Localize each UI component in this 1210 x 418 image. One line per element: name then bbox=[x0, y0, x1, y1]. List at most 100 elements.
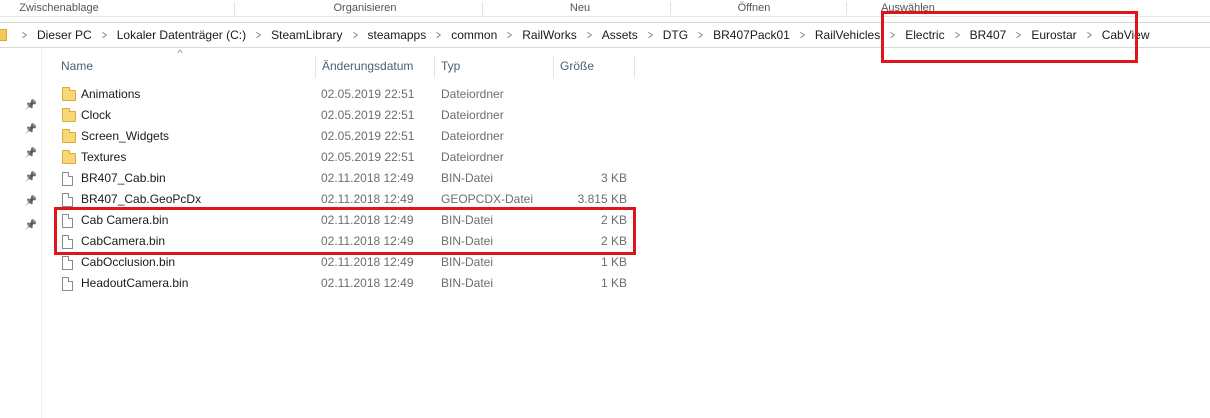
ribbon-separator bbox=[482, 2, 483, 15]
chevron-right-icon[interactable]: > bbox=[98, 28, 111, 42]
breadcrumb-item[interactable]: RailVehicles bbox=[812, 28, 883, 42]
chevron-right-icon[interactable]: > bbox=[950, 28, 963, 42]
file-type: BIN-Datei bbox=[441, 234, 494, 248]
breadcrumb-item[interactable]: Eurostar bbox=[1028, 28, 1079, 42]
file-row[interactable]: CabCamera.bin 02.11.2018 12:49 BIN-Datei 2 … bbox=[56, 231, 636, 252]
breadcrumb: > Dieser PC > Lokaler Datenträger (C:) > Stea… bbox=[0, 23, 1153, 47]
file-type: BIN-Datei bbox=[441, 213, 494, 227]
file-type: Dateiordner bbox=[441, 108, 504, 122]
address-bar[interactable]: > Dieser PC > Lokaler Datenträger (C:) > Stea… bbox=[0, 22, 1210, 48]
pin-icon[interactable]: 📌 bbox=[24, 195, 38, 209]
ribbon-group-clipboard[interactable]: Zwischenablage bbox=[0, 1, 118, 16]
column-header-date[interactable]: Änderungsdatum bbox=[316, 56, 434, 78]
file-icon bbox=[62, 256, 73, 270]
column-header-type[interactable]: Typ bbox=[435, 56, 553, 78]
file-icon bbox=[62, 193, 73, 207]
column-header-size[interactable]: Größe bbox=[554, 56, 634, 78]
file-name: Screen_Widgets bbox=[81, 129, 170, 143]
file-row[interactable]: HeadoutCamera.bin 02.11.2018 12:49 BIN-Dat… bbox=[56, 273, 636, 294]
pin-icon[interactable]: 📌 bbox=[24, 219, 38, 233]
breadcrumb-item[interactable]: steamapps bbox=[365, 28, 430, 42]
breadcrumb-item[interactable]: CabView bbox=[1099, 28, 1153, 42]
file-list: Animations 02.05.2019 22:51 Dateiordner Clo… bbox=[56, 84, 636, 294]
pin-icon[interactable]: 📌 bbox=[24, 123, 38, 137]
chevron-right-icon[interactable]: > bbox=[432, 28, 445, 42]
file-name: Cab Camera.bin bbox=[81, 213, 169, 227]
chevron-right-icon[interactable]: > bbox=[252, 28, 265, 42]
chevron-right-icon[interactable]: > bbox=[583, 28, 596, 42]
file-size: 2 KB bbox=[600, 213, 627, 227]
ribbon-separator bbox=[846, 2, 847, 15]
folder-icon bbox=[62, 150, 76, 164]
chevron-right-icon[interactable]: > bbox=[18, 28, 31, 42]
file-row[interactable]: Screen_Widgets 02.05.2019 22:51 Dateiordne… bbox=[56, 126, 636, 147]
folder-icon bbox=[0, 29, 7, 41]
file-row[interactable]: Clock 02.05.2019 22:51 Dateiordner bbox=[56, 105, 636, 126]
file-date: 02.05.2019 22:51 bbox=[321, 87, 415, 101]
file-date: 02.05.2019 22:51 bbox=[321, 108, 415, 122]
breadcrumb-item[interactable]: Lokaler Datenträger (C:) bbox=[114, 28, 249, 42]
file-type: Dateiordner bbox=[441, 150, 504, 164]
file-size: 3.815 KB bbox=[577, 192, 627, 206]
file-icon bbox=[62, 277, 73, 291]
ribbon-group-open[interactable]: Öffnen bbox=[704, 1, 804, 16]
pin-icon[interactable]: 📌 bbox=[24, 99, 38, 113]
chevron-right-icon[interactable]: > bbox=[1012, 28, 1025, 42]
file-date: 02.11.2018 12:49 bbox=[321, 276, 414, 290]
file-date: 02.11.2018 12:49 bbox=[321, 255, 414, 269]
file-type: BIN-Datei bbox=[441, 255, 494, 269]
chevron-right-icon[interactable]: > bbox=[796, 28, 809, 42]
file-size: 1 KB bbox=[600, 255, 627, 269]
file-size: 3 KB bbox=[600, 171, 627, 185]
chevron-right-icon[interactable]: > bbox=[644, 28, 657, 42]
chevron-right-icon[interactable]: > bbox=[1083, 28, 1096, 42]
pin-icon[interactable]: 📌 bbox=[24, 147, 38, 161]
chevron-right-icon[interactable]: > bbox=[694, 28, 707, 42]
file-row[interactable]: CabOcclusion.bin 02.11.2018 12:49 BIN-Date… bbox=[56, 252, 636, 273]
file-name: HeadoutCamera.bin bbox=[81, 276, 189, 290]
file-type: Dateiordner bbox=[441, 87, 504, 101]
file-name: BR407_Cab.bin bbox=[81, 171, 166, 185]
file-type: GEOPCDX-Datei bbox=[441, 192, 534, 206]
ribbon-group-new[interactable]: Neu bbox=[530, 1, 630, 16]
breadcrumb-item[interactable]: SteamLibrary bbox=[268, 28, 345, 42]
file-date: 02.11.2018 12:49 bbox=[321, 171, 414, 185]
chevron-right-icon[interactable]: > bbox=[348, 28, 361, 42]
file-size: 2 KB bbox=[600, 234, 627, 248]
breadcrumb-item[interactable]: Assets bbox=[599, 28, 641, 42]
pin-icon[interactable]: 📌 bbox=[24, 171, 38, 185]
file-type: Dateiordner bbox=[441, 129, 504, 143]
navigation-pane[interactable]: 📌 📌 📌 📌 📌 📌 bbox=[0, 48, 42, 418]
file-size: 1 KB bbox=[600, 276, 627, 290]
file-date: 02.11.2018 12:49 bbox=[321, 192, 414, 206]
ribbon-separator bbox=[670, 2, 671, 15]
file-name: Clock bbox=[81, 108, 112, 122]
breadcrumb-item[interactable]: BR407 bbox=[967, 28, 1010, 42]
chevron-right-icon[interactable]: > bbox=[886, 28, 899, 42]
file-row[interactable]: BR407_Cab.GeoPcDx 02.11.2018 12:49 GEOPCDX… bbox=[56, 189, 636, 210]
file-type: BIN-Datei bbox=[441, 276, 494, 290]
breadcrumb-item[interactable]: common bbox=[448, 28, 500, 42]
ribbon-group-select[interactable]: Auswählen bbox=[858, 1, 958, 16]
breadcrumb-item[interactable]: RailWorks bbox=[519, 28, 579, 42]
ribbon-bar: Zwischenablage Organisieren Neu Öffnen A… bbox=[0, 0, 1210, 17]
breadcrumb-item[interactable]: BR407Pack01 bbox=[710, 28, 793, 42]
chevron-right-icon[interactable]: > bbox=[503, 28, 516, 42]
file-row[interactable]: BR407_Cab.bin 02.11.2018 12:49 BIN-Datei 3 … bbox=[56, 168, 636, 189]
file-row[interactable]: Textures 02.05.2019 22:51 Dateiordner bbox=[56, 147, 636, 168]
breadcrumb-item[interactable]: Electric bbox=[902, 28, 947, 42]
column-divider[interactable] bbox=[634, 56, 635, 78]
file-name: BR407_Cab.GeoPcDx bbox=[81, 192, 202, 206]
file-date: 02.05.2019 22:51 bbox=[321, 150, 415, 164]
column-header-name[interactable]: Name bbox=[55, 56, 315, 78]
file-type: BIN-Datei bbox=[441, 171, 494, 185]
ribbon-group-organize[interactable]: Organisieren bbox=[290, 1, 440, 16]
folder-icon bbox=[62, 87, 76, 101]
file-icon bbox=[62, 214, 73, 228]
file-icon bbox=[62, 172, 73, 186]
breadcrumb-item[interactable]: Dieser PC bbox=[34, 28, 95, 42]
file-row[interactable]: Animations 02.05.2019 22:51 Dateiordner bbox=[56, 84, 636, 105]
file-name: CabCamera.bin bbox=[81, 234, 166, 248]
file-row[interactable]: Cab Camera.bin 02.11.2018 12:49 BIN-Datei 2… bbox=[56, 210, 636, 231]
breadcrumb-item[interactable]: DTG bbox=[660, 28, 691, 42]
